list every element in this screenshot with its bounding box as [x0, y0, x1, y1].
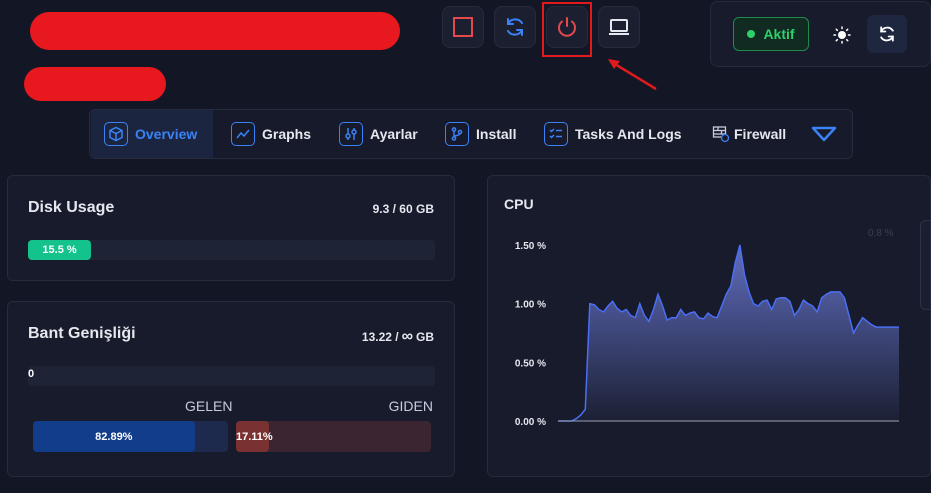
disk-usage-title: Disk Usage [28, 199, 115, 216]
tab-label-graphs: Graphs [262, 126, 312, 142]
bandwidth-value: 13.22 / ∞ GB [362, 328, 434, 346]
y-tick-label: 0.00 % [515, 417, 546, 428]
bandwidth-title: Bant Genişliği [28, 325, 136, 342]
laptop-icon [609, 19, 629, 35]
tab-install[interactable]: Install [445, 110, 516, 158]
gelen-track: 82.89% [33, 421, 228, 452]
gelen-label: GELEN [185, 398, 233, 414]
tab-label-firewall: Firewall [734, 126, 787, 142]
tab-label-ayarlar: Ayarlar [370, 126, 418, 142]
sync-button[interactable] [867, 15, 907, 53]
cpu-card: CPU 1.50 % 1.00 % 0.50 % 0.00 % 0.8 % [487, 175, 931, 477]
status-label: Aktif [763, 26, 795, 42]
annotation-arrow [608, 59, 657, 91]
giden-bar: 17.11% [236, 421, 273, 452]
gelen-percent: 82.89% [95, 430, 133, 443]
tab-label-overview: Overview [135, 126, 198, 142]
checklist-icon [544, 122, 568, 146]
status-dot [747, 30, 756, 38]
giden-track: 17.11% [236, 421, 431, 452]
tab-ayarlar[interactable]: Ayarlar [339, 110, 418, 158]
infinity-symbol: ∞ [401, 328, 413, 345]
stop-square-icon [453, 17, 473, 37]
tab-navbar: Overview Graphs Ayarlar Install Tasks An… [89, 109, 853, 159]
tab-label-tasks-and-logs: Tasks And Logs [575, 126, 682, 142]
y-tick-label: 0.50 % [515, 358, 546, 369]
cpu-chart: 1.50 % 1.00 % 0.50 % 0.00 % 0.8 % [515, 228, 899, 428]
disk-usage-track: 15.5 % [28, 240, 435, 260]
faded-value-label: 0.8 % [868, 228, 894, 239]
sun-icon[interactable] [833, 26, 851, 44]
chevron-down-icon[interactable] [810, 124, 838, 144]
giden-label: GIDEN [388, 398, 433, 414]
line-graph-icon [231, 122, 255, 146]
status-panel: Aktif [710, 1, 931, 67]
sync-icon [880, 26, 894, 42]
git-branch-icon [445, 122, 469, 146]
highlight-box [542, 2, 592, 57]
tab-firewall[interactable]: Firewall [712, 110, 786, 158]
status-badge: Aktif [733, 17, 809, 51]
redacted-title [30, 12, 400, 50]
sliders-icon [339, 122, 363, 146]
giden-percent: 17.11% [236, 430, 273, 443]
y-tick-label: 1.50 % [515, 241, 546, 252]
tooltip-stub [920, 220, 930, 310]
refresh-icon [507, 18, 523, 36]
tab-tasks-and-logs[interactable]: Tasks And Logs [544, 110, 682, 158]
bandwidth-unit: GB [416, 330, 434, 344]
restart-button[interactable] [494, 6, 536, 48]
disk-usage-percent: 15.5 % [42, 244, 77, 256]
stop-button[interactable] [442, 6, 484, 48]
bandwidth-track: 0 [28, 366, 435, 386]
gelen-bar: 82.89% [33, 421, 195, 452]
disk-usage-bar: 15.5 % [28, 240, 92, 260]
bandwidth-used: 13.22 / [361, 330, 399, 344]
disk-usage-card: Disk Usage 9.3 / 60 GB 15.5 % [7, 175, 455, 281]
console-button[interactable] [598, 6, 640, 48]
redacted-subtitle [24, 67, 166, 101]
firewall-icon [712, 126, 730, 143]
bandwidth-card: Bant Genişliği 13.22 / ∞ GB 0 GELEN GIDE… [7, 301, 455, 477]
cpu-area [558, 245, 899, 421]
y-tick-label: 1.00 % [515, 300, 546, 311]
tab-label-install: Install [476, 126, 517, 142]
bandwidth-track-value: 0 [28, 368, 35, 380]
tab-overview[interactable]: Overview [91, 110, 213, 158]
cube-icon [104, 122, 128, 146]
disk-usage-value: 9.3 / 60 GB [372, 202, 434, 216]
tab-graphs[interactable]: Graphs [231, 110, 311, 158]
